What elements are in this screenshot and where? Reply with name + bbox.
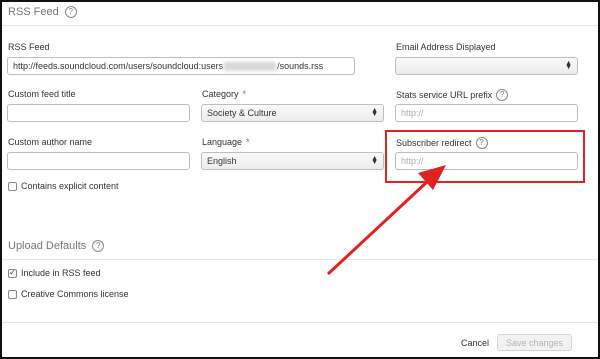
annotation-arrow xyxy=(326,165,446,276)
annotation-arrow-shaft xyxy=(326,179,430,276)
